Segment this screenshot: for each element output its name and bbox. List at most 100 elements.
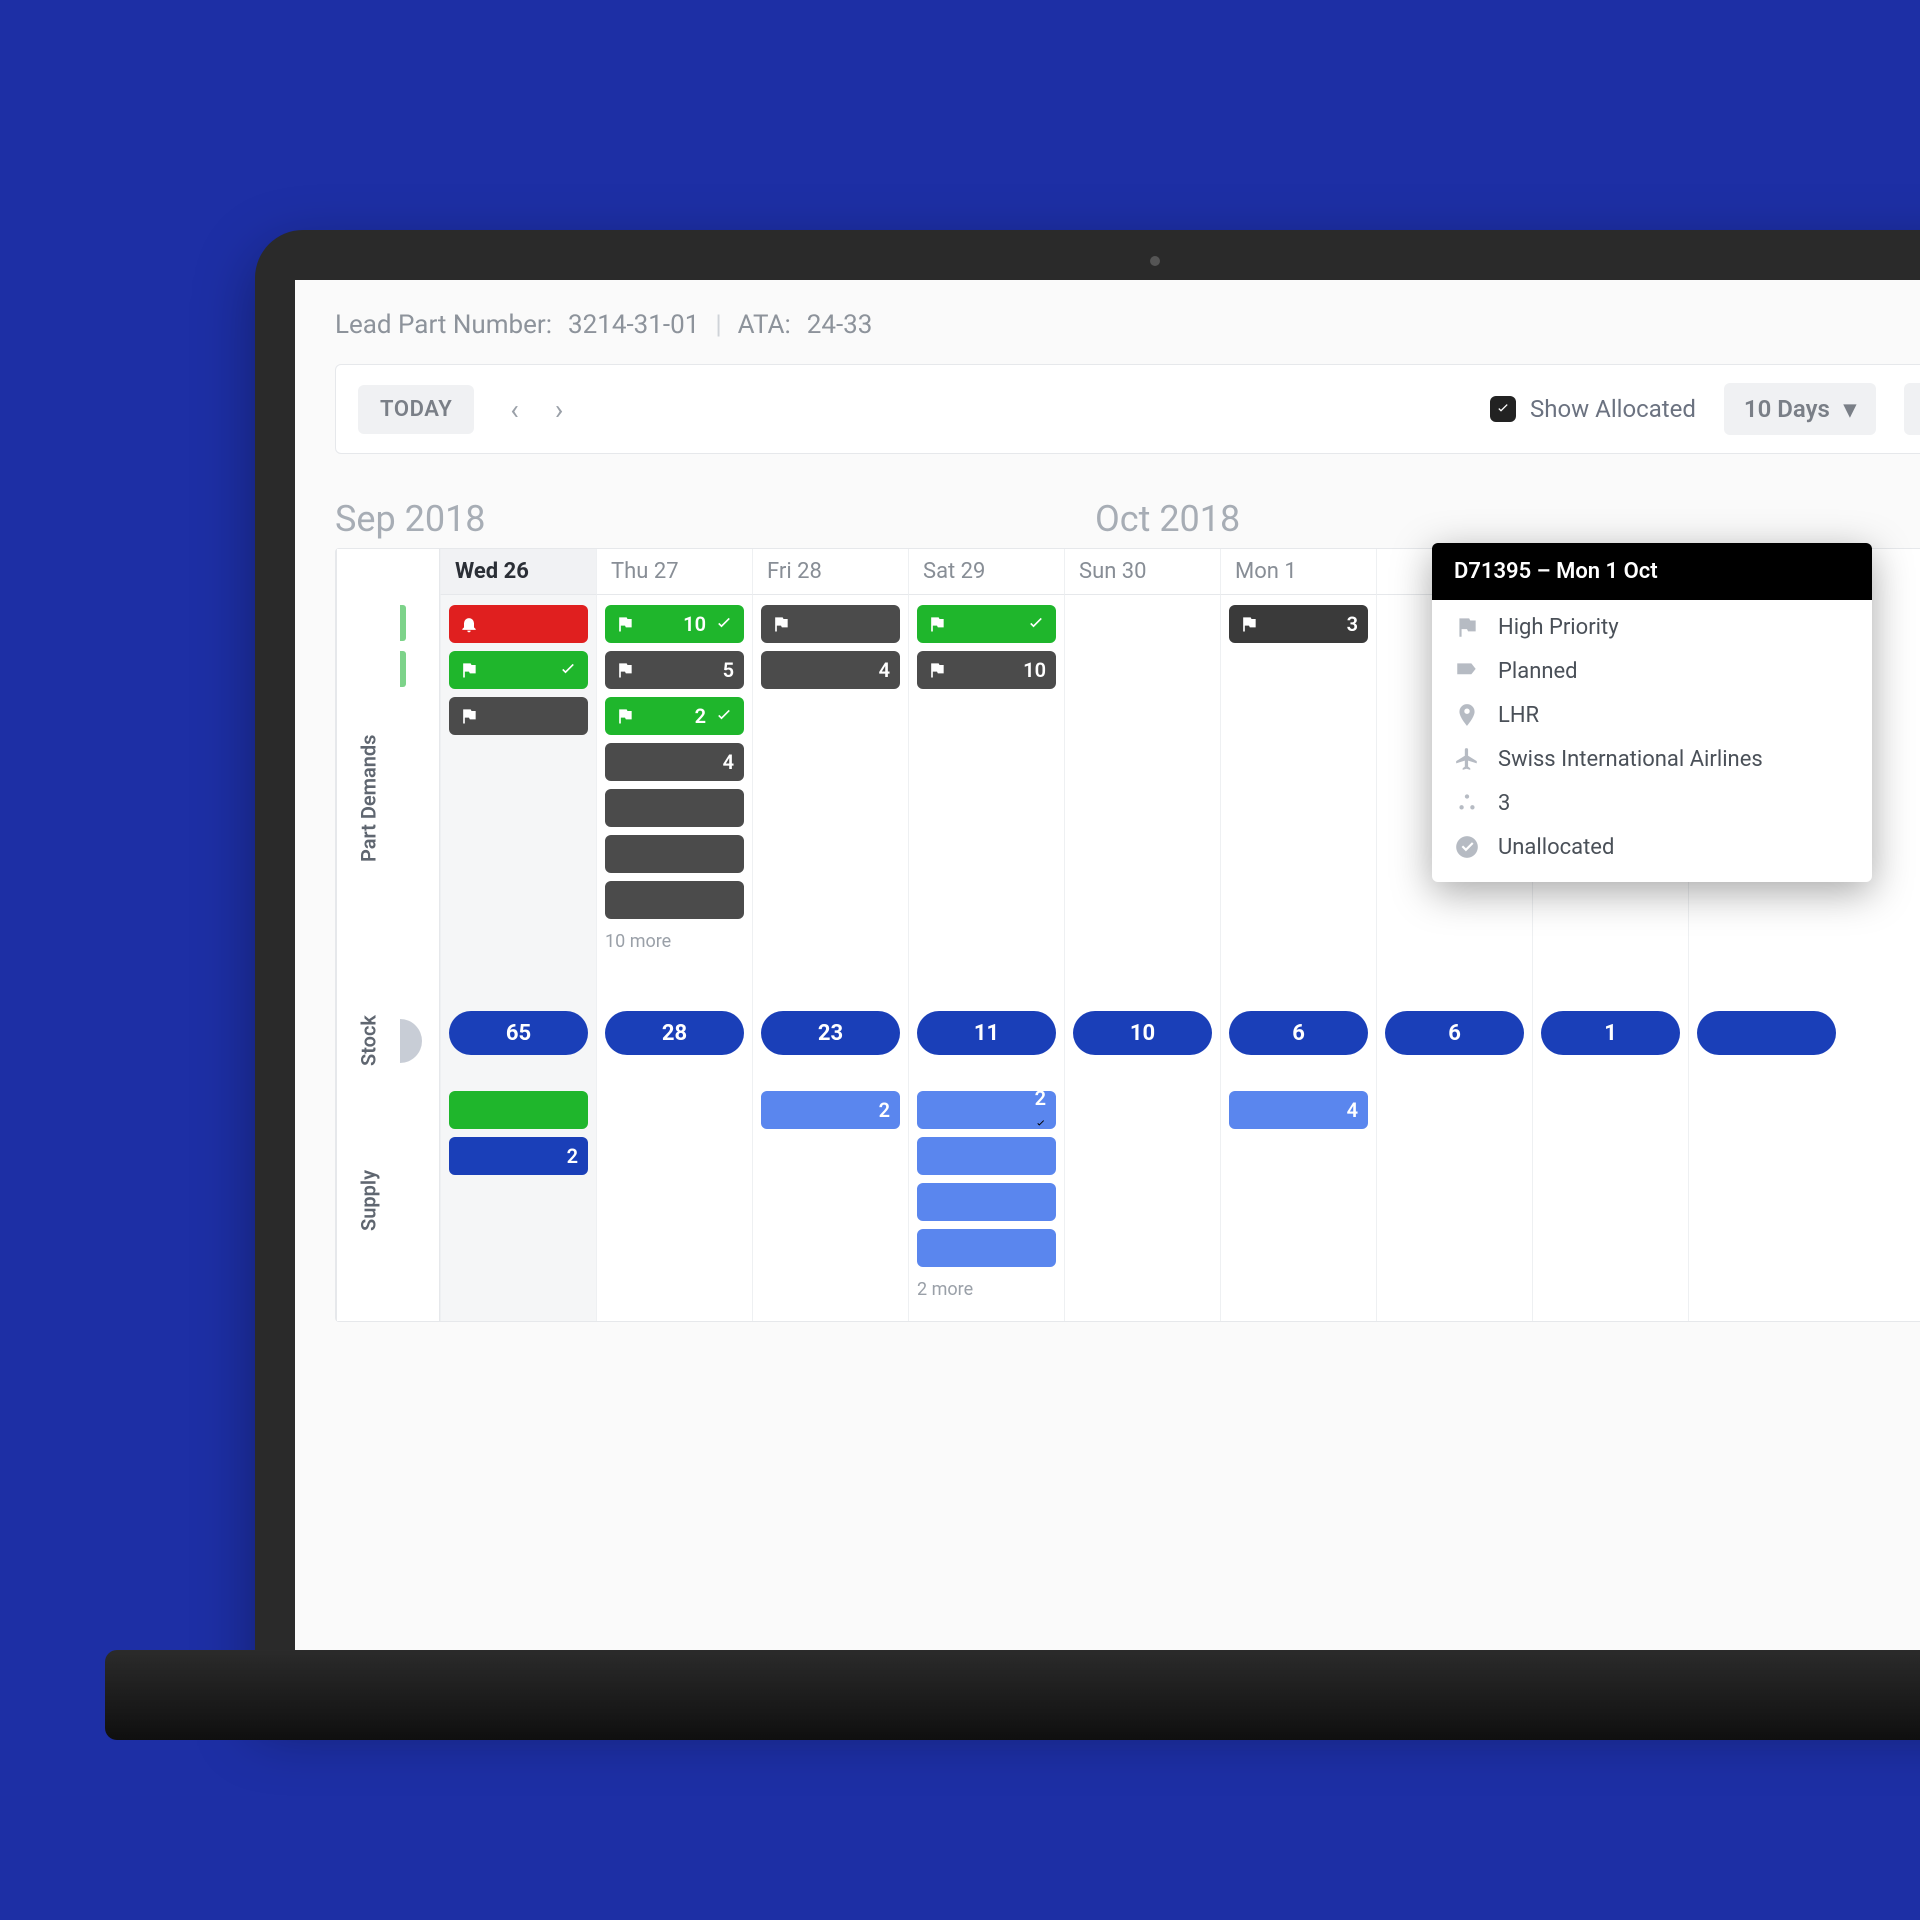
day-header[interactable]: Fri 28: [752, 549, 908, 595]
stock-pill[interactable]: 1: [1541, 1011, 1680, 1055]
day-header[interactable]: Sun 30: [1064, 549, 1220, 595]
supply-pill[interactable]: [917, 1137, 1056, 1175]
tooltip-alloc: Unallocated: [1498, 835, 1614, 860]
pin-icon: [1454, 702, 1480, 728]
check-icon: [558, 660, 578, 680]
demand-pill[interactable]: [449, 651, 588, 689]
flag-icon: [615, 660, 635, 680]
row-label-supply: Supply: [336, 1081, 400, 1321]
count: 2: [567, 1144, 578, 1168]
demand-pill[interactable]: [605, 789, 744, 827]
count: 2: [1035, 1086, 1046, 1110]
lead-label: Lead Part Number:: [335, 310, 552, 340]
demand-pill[interactable]: 2: [605, 697, 744, 735]
count: 3: [1347, 612, 1358, 636]
show-allocated-checkbox[interactable]: Show Allocated: [1490, 395, 1696, 423]
flag-icon: [459, 706, 479, 726]
count: 4: [879, 658, 890, 682]
demand-pill[interactable]: 4: [605, 743, 744, 781]
tooltip-priority: High Priority: [1498, 615, 1619, 640]
day-header[interactable]: Thu 27: [596, 549, 752, 595]
plane-icon: [1454, 746, 1480, 772]
stock-pill[interactable]: [1697, 1011, 1836, 1055]
tooltip-title: D71395 – Mon 1 Oct: [1432, 543, 1872, 600]
flag-icon: [615, 706, 635, 726]
month-label-sep: Sep 2018: [335, 498, 1095, 540]
demand-pill[interactable]: 3: [1229, 605, 1368, 643]
range-label: 10 Days: [1744, 395, 1830, 423]
stock-pill[interactable]: 6: [1385, 1011, 1524, 1055]
stock-pill[interactable]: 65: [449, 1011, 588, 1055]
supply-pill[interactable]: 2: [449, 1137, 588, 1175]
tag-icon: [1454, 658, 1480, 684]
supply-pill[interactable]: 2: [917, 1091, 1056, 1129]
bell-icon: [459, 614, 479, 634]
dots-icon: [1454, 790, 1480, 816]
supply-pill[interactable]: 2: [761, 1091, 900, 1129]
count: 5: [723, 658, 734, 682]
check-icon: [1035, 1118, 1046, 1129]
today-button[interactable]: TODAY: [358, 385, 474, 434]
stock-pill[interactable]: 23: [761, 1011, 900, 1055]
row-label-stock: Stock: [336, 1001, 400, 1081]
count: 4: [723, 750, 734, 774]
count: 10: [683, 612, 706, 636]
show-allocated-label: Show Allocated: [1530, 395, 1696, 423]
day-header[interactable]: Wed 26: [440, 549, 596, 595]
day-header[interactable]: Mon 1: [1220, 549, 1376, 595]
separator: |: [715, 310, 721, 340]
demand-pill[interactable]: [605, 881, 744, 919]
check-icon: [1026, 614, 1046, 634]
count: 2: [879, 1098, 890, 1122]
row-label-demands: Part Demands: [336, 595, 400, 1001]
flag-icon: [1454, 614, 1480, 640]
count: 2: [695, 704, 706, 728]
edge-col: [400, 549, 440, 595]
demand-pill[interactable]: [605, 835, 744, 873]
month-label-oct: Oct 2018: [1095, 498, 1240, 540]
prev-icon[interactable]: ‹: [510, 393, 518, 426]
flag-icon: [1239, 614, 1259, 634]
stock-pill[interactable]: 11: [917, 1011, 1056, 1055]
flag-icon: [615, 614, 635, 634]
supply-pill[interactable]: [917, 1183, 1056, 1221]
demand-alert[interactable]: [449, 605, 588, 643]
prev-stock-pill: [400, 1019, 422, 1063]
range-select[interactable]: 10 Days ▾: [1724, 383, 1876, 435]
next-icon[interactable]: ›: [555, 393, 563, 426]
tooltip-location: LHR: [1498, 703, 1539, 728]
calendar: Wed 26 Thu 27 Fri 28 Sat 29 Sun 30 Mon 1…: [335, 548, 1920, 1322]
count: 4: [1347, 1098, 1358, 1122]
lead-value: 3214-31-01: [568, 310, 699, 340]
demand-pill[interactable]: 10: [605, 605, 744, 643]
supply-pill[interactable]: [917, 1229, 1056, 1267]
demand-cell: 10: [908, 595, 1064, 1001]
demand-tooltip: D71395 – Mon 1 Oct High Priority Planned…: [1432, 543, 1872, 882]
more-link[interactable]: 10 more: [605, 927, 744, 952]
start-date-select[interactable]: 26 S: [1904, 383, 1920, 435]
demand-pill[interactable]: 10: [917, 651, 1056, 689]
check-circle-icon: [1454, 834, 1480, 860]
demand-pill[interactable]: [917, 605, 1056, 643]
stock-pill[interactable]: 6: [1229, 1011, 1368, 1055]
tooltip-airline: Swiss International Airlines: [1498, 747, 1763, 772]
stock-pill[interactable]: 28: [605, 1011, 744, 1055]
demand-pill[interactable]: [449, 697, 588, 735]
stock-pill[interactable]: 10: [1073, 1011, 1212, 1055]
demand-pill[interactable]: 5: [605, 651, 744, 689]
supply-pill[interactable]: [449, 1091, 588, 1129]
more-link[interactable]: 2 more: [917, 1275, 1056, 1300]
check-icon: [714, 614, 734, 634]
day-header[interactable]: Sat 29: [908, 549, 1064, 595]
chevron-down-icon: ▾: [1844, 395, 1856, 423]
ata-label: ATA:: [738, 310, 791, 340]
tooltip-status: Planned: [1498, 659, 1578, 684]
supply-pill[interactable]: 4: [1229, 1091, 1368, 1129]
demand-cell: 4: [752, 595, 908, 1001]
demand-pill[interactable]: [761, 605, 900, 643]
count: 10: [1023, 658, 1046, 682]
corner: [336, 549, 400, 595]
camera-dot: [1150, 256, 1160, 266]
demand-pill[interactable]: 4: [761, 651, 900, 689]
prev-day-pill: [400, 651, 406, 687]
